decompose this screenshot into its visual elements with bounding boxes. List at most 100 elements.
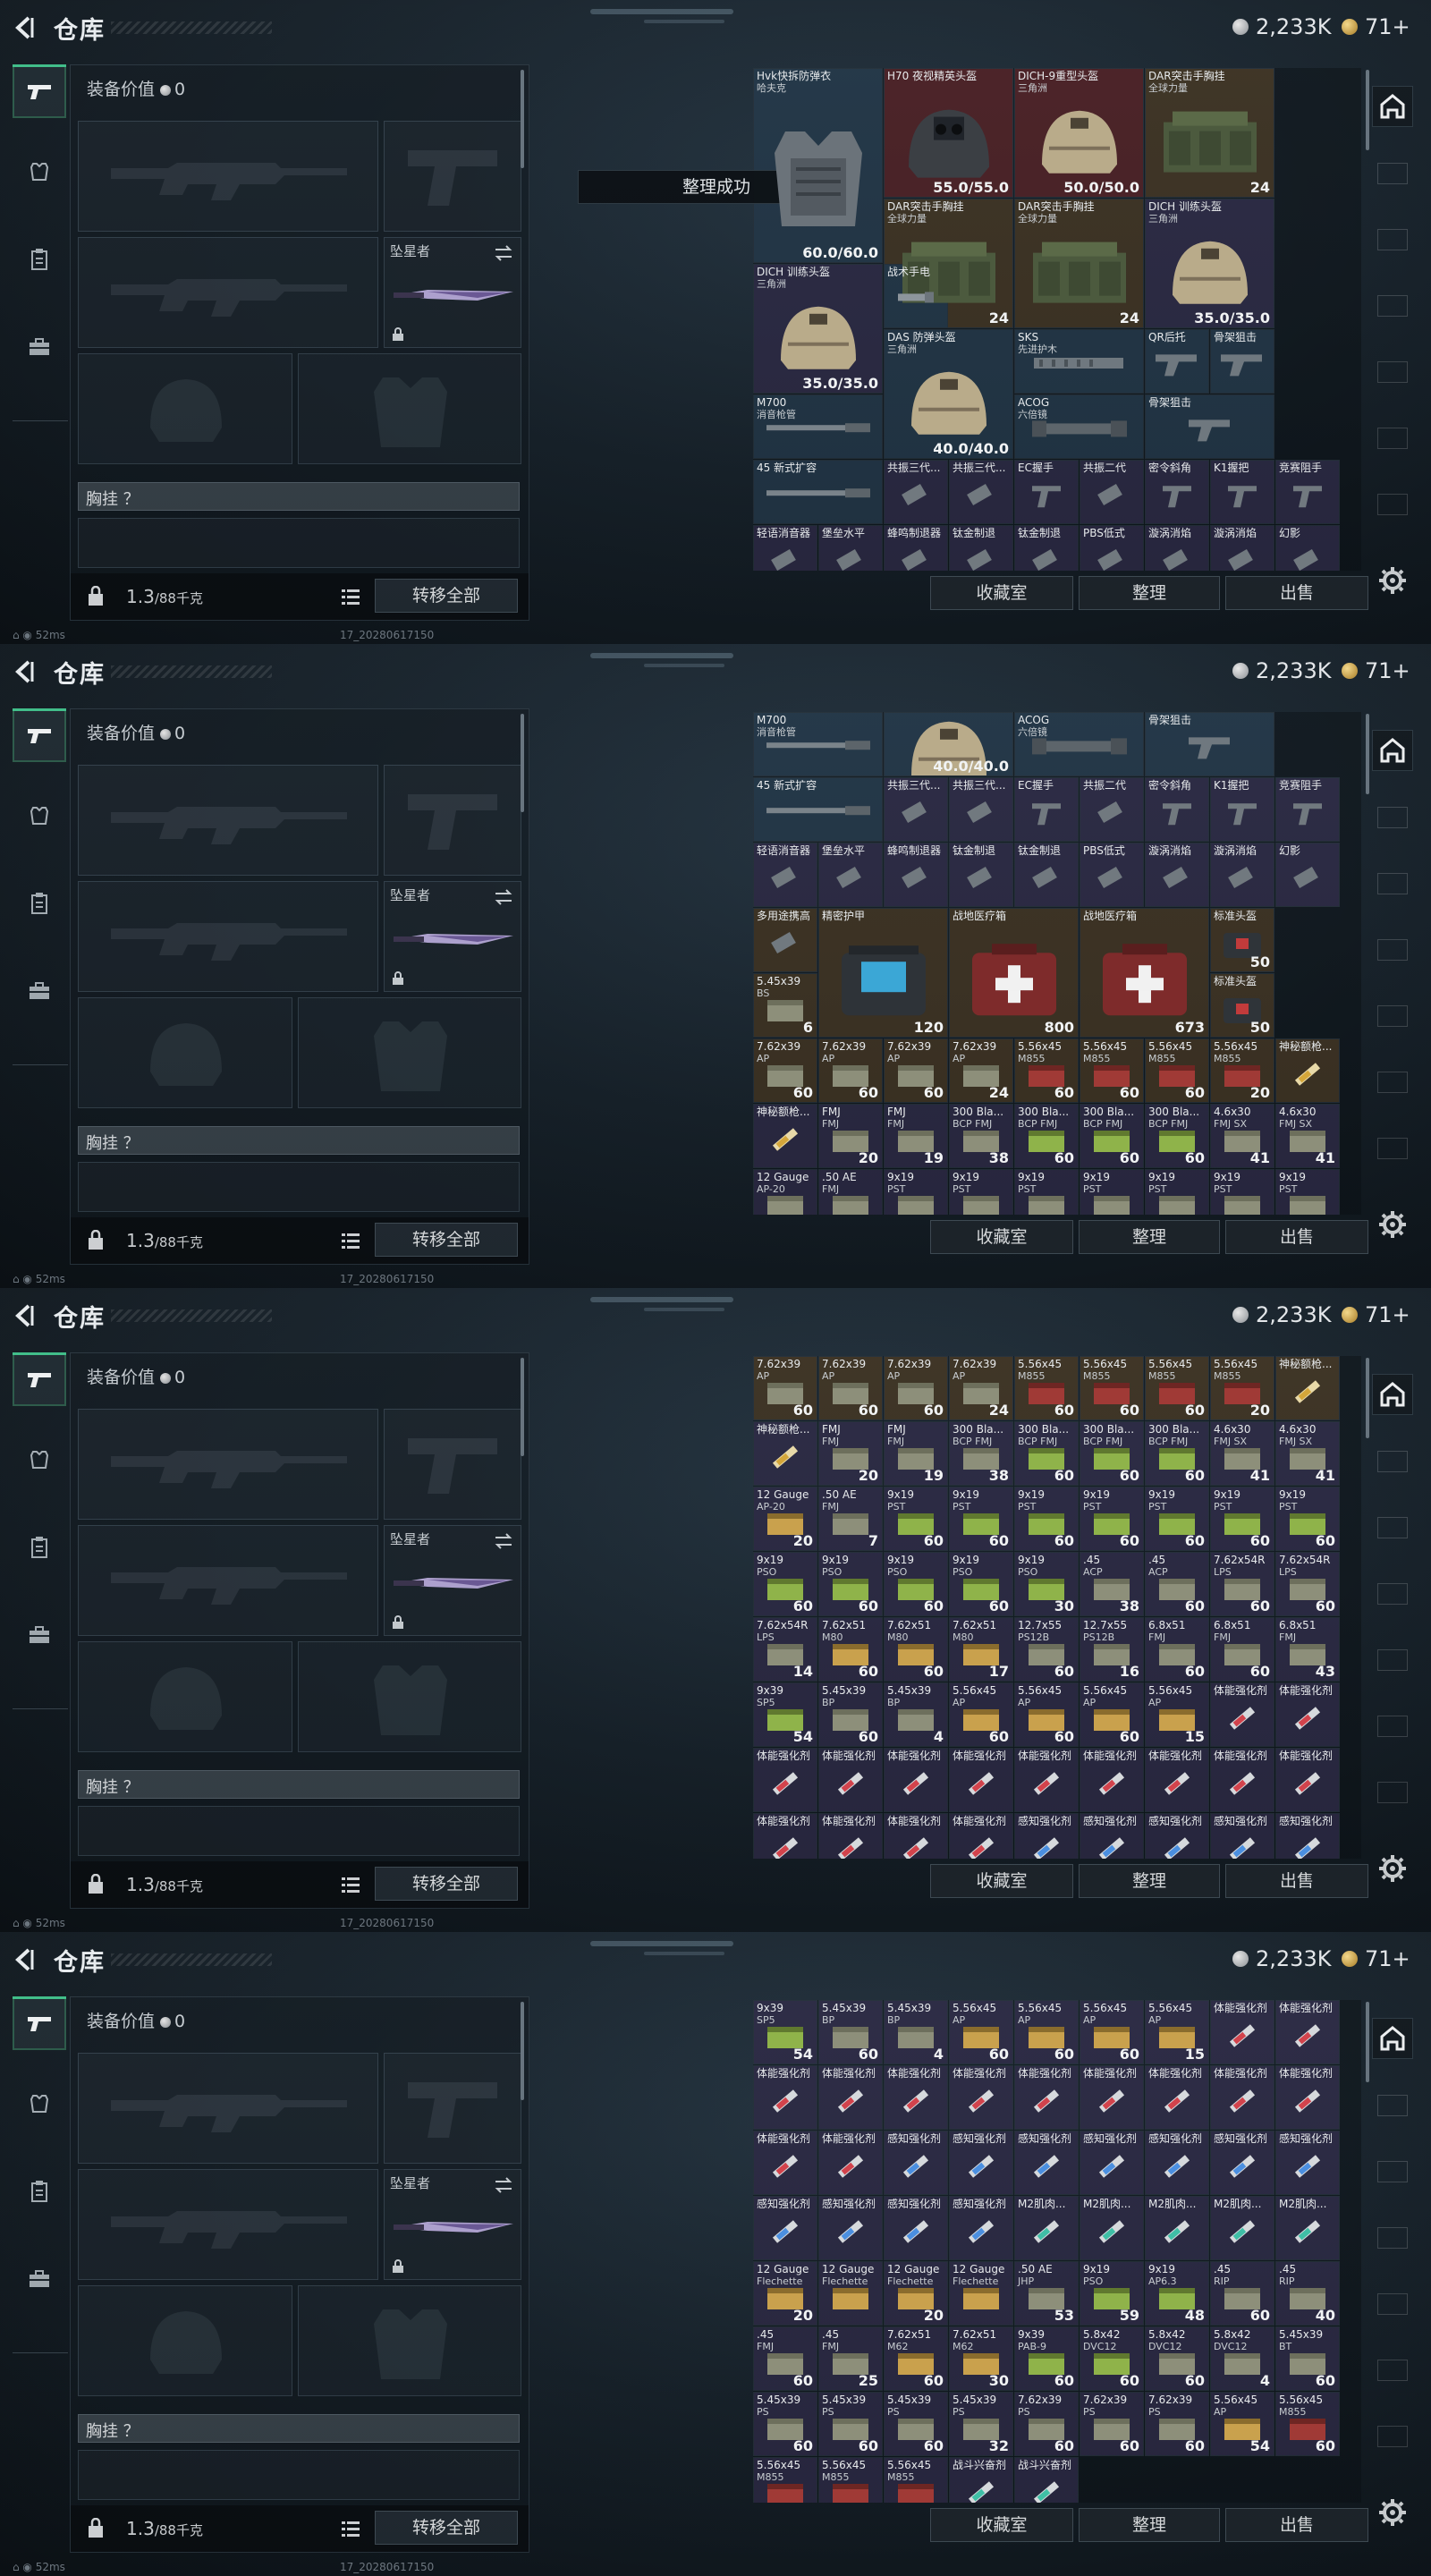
rail-tab[interactable] — [1377, 807, 1408, 828]
warehouse-item[interactable]: 7.62x39 PS 60 — [1145, 2392, 1209, 2456]
warehouse-item[interactable]: 5.56x45 M855 20 — [1210, 1356, 1274, 1420]
warehouse-item[interactable]: 战地医疗箱 800 — [949, 908, 1079, 1038]
warehouse-item[interactable]: 300 Bla... BCP FMJ 60 — [1145, 1104, 1209, 1168]
warehouse-item[interactable]: 7.62x51 M80 60 — [884, 1617, 948, 1682]
warehouse-item[interactable]: 9x19 PST 60 — [1080, 1487, 1144, 1551]
warehouse-item[interactable]: 9x19 PST 60 — [1275, 1487, 1340, 1551]
warehouse-item[interactable]: 5.56x45 M855 60 — [1014, 1356, 1079, 1420]
warehouse-item[interactable]: 9x19 PST 60 — [1210, 1487, 1274, 1551]
warehouse-item[interactable]: 7.62x39 AP 60 — [884, 1038, 948, 1103]
rail-tab[interactable] — [1377, 2161, 1408, 2182]
warehouse-item[interactable]: 5.45x39 BP 4 — [884, 2000, 948, 2064]
back-icon[interactable] — [13, 14, 38, 41]
warehouse-item[interactable]: 6.8x51 FMJ 43 — [1275, 1617, 1340, 1682]
warehouse-item[interactable]: 5.56x45 AP 60 — [1080, 1682, 1144, 1747]
warehouse-item[interactable]: 9x19 PSO 59 — [1080, 2261, 1144, 2326]
warehouse-item[interactable]: DAR突击手胸挂 全球力量 24 — [884, 199, 1013, 328]
warehouse-item[interactable]: 9x19 PST — [884, 1169, 948, 1215]
warehouse-item[interactable]: 感知强化剂 — [1014, 1813, 1079, 1859]
warehouse-item[interactable]: .45 FMJ 60 — [753, 2326, 817, 2391]
pistol-slot[interactable] — [384, 2053, 521, 2164]
warehouse-item[interactable]: M2肌肉... — [1145, 2196, 1209, 2260]
rail-tab[interactable] — [1377, 494, 1408, 515]
back-icon[interactable] — [13, 1302, 38, 1329]
sort-button[interactable]: 整理 — [1079, 1864, 1220, 1898]
rail-tab[interactable] — [1377, 428, 1408, 449]
rail-tab[interactable] — [1377, 1583, 1408, 1605]
warehouse-item[interactable]: PBS低式 — [1080, 525, 1144, 571]
warehouse-item[interactable]: 5.56x45 AP 60 — [949, 2000, 1013, 2064]
warehouse-item[interactable]: FMJ FMJ 20 — [818, 1104, 883, 1168]
list-icon[interactable] — [341, 1232, 360, 1250]
warehouse-item[interactable]: 9x19 PST — [1275, 1169, 1340, 1215]
warehouse-item[interactable]: 漩涡消焰 — [1145, 525, 1209, 571]
warehouse-item[interactable]: 9x19 AP6.3 48 — [1145, 2261, 1209, 2326]
back-icon[interactable] — [13, 1946, 38, 1973]
warehouse-item[interactable]: 7.62x54R LPS 60 — [1210, 1552, 1274, 1616]
warehouse-item[interactable]: 9x19 PSO 60 — [949, 1552, 1013, 1616]
list-icon[interactable] — [341, 2520, 360, 2538]
warehouse-item[interactable]: 5.56x45 AP 54 — [1210, 2392, 1274, 2456]
nav-weapons[interactable] — [13, 64, 66, 118]
warehouse-item[interactable]: 12.7x55 PS12B 60 — [1014, 1617, 1079, 1682]
warehouse-item[interactable]: 5.56x45 M855 60 — [1145, 1356, 1209, 1420]
warehouse-item[interactable]: 蜂鸣制退器 — [884, 843, 948, 907]
warehouse-item[interactable]: 5.56x45 M855 60 — [1080, 1038, 1144, 1103]
warehouse-item[interactable]: 骨架狙击 — [1210, 329, 1274, 394]
back-icon[interactable] — [13, 658, 38, 685]
silver-currency[interactable]: 2,233K — [1232, 658, 1331, 683]
warehouse-item[interactable]: 7.62x39 AP 60 — [818, 1038, 883, 1103]
warehouse-item[interactable]: 9x19 PSO 60 — [818, 1552, 883, 1616]
nav-armor[interactable] — [13, 2077, 66, 2131]
warehouse-item[interactable]: 5.56x45 AP 15 — [1145, 2000, 1209, 2064]
warehouse-item[interactable]: 5.56x45 M855 60 — [1275, 2392, 1340, 2456]
warehouse-item[interactable]: 体能强化剂 — [753, 1813, 817, 1859]
chest-rig-header[interactable]: 胸挂 ？ — [78, 1770, 520, 1799]
warehouse-item[interactable]: 9x19 PST 60 — [1014, 1487, 1079, 1551]
warehouse-item[interactable]: K1握把 — [1210, 460, 1274, 524]
warehouse-item[interactable]: 体能强化剂 — [753, 2131, 817, 2195]
warehouse-item[interactable]: 体能强化剂 — [818, 2065, 883, 2130]
nav-armor[interactable] — [13, 145, 66, 199]
warehouse-item[interactable]: DAR突击手胸挂 全球力量 24 — [1145, 68, 1274, 198]
chest-rig-header[interactable]: 胸挂 ？ — [78, 1126, 520, 1155]
transfer-all-button[interactable]: 转移全部 — [375, 579, 518, 613]
loadout-scrollbar[interactable] — [521, 2002, 524, 2100]
rail-tab[interactable] — [1377, 1649, 1408, 1671]
nav-rig[interactable] — [13, 1521, 66, 1574]
warehouse-item[interactable]: .45 ACP 38 — [1080, 1552, 1144, 1616]
pistol-slot[interactable] — [384, 1409, 521, 1520]
rail-tab[interactable] — [1377, 1517, 1408, 1538]
warehouse-item[interactable]: 6.8x51 FMJ 60 — [1210, 1617, 1274, 1682]
warehouse-item[interactable]: 堡垒水平 — [818, 525, 883, 571]
warehouse-item[interactable]: 300 Bla... BCP FMJ 60 — [1080, 1104, 1144, 1168]
warehouse-item[interactable]: 感知强化剂 — [1145, 1813, 1209, 1859]
list-icon[interactable] — [341, 588, 360, 606]
nav-backpack[interactable] — [13, 320, 66, 374]
warehouse-item[interactable]: 幻影 — [1275, 525, 1340, 571]
warehouse-item[interactable]: Hvk快拆防弹衣 哈夫克 60.0/60.0 — [753, 68, 883, 263]
warehouse-item[interactable]: EC握手 — [1014, 777, 1079, 842]
warehouse-item[interactable]: M700 消音枪管 — [753, 394, 883, 459]
melee-slot[interactable]: 坠星者 — [384, 1525, 521, 1636]
secondary-weapon-slot[interactable] — [78, 1525, 378, 1636]
warehouse-item[interactable]: 7.62x39 PS 60 — [1014, 2392, 1079, 2456]
warehouse-item[interactable]: 7.62x39 AP 60 — [884, 1356, 948, 1420]
warehouse-item[interactable]: 共振三代... — [949, 460, 1013, 524]
warehouse-item[interactable]: 9x39 SP5 54 — [753, 1682, 817, 1747]
warehouse-item[interactable]: 4.6x30 FMJ SX 41 — [1275, 1104, 1340, 1168]
warehouse-item[interactable]: 体能强化剂 — [1210, 2065, 1274, 2130]
transfer-all-button[interactable]: 转移全部 — [375, 1223, 518, 1257]
helmet-slot[interactable] — [78, 1641, 292, 1752]
warehouse-item[interactable]: DICH 训练头盔 三角洲 35.0/35.0 — [1145, 199, 1274, 328]
warehouse-item[interactable]: 漩涡消焰 — [1210, 525, 1274, 571]
swap-icon[interactable] — [494, 889, 513, 905]
silver-currency[interactable]: 2,233K — [1232, 1946, 1331, 1971]
rail-home-button[interactable] — [1372, 730, 1413, 771]
warehouse-item[interactable]: 5.56x45 M855 60 — [1145, 1038, 1209, 1103]
warehouse-item[interactable]: .45 RIP 40 — [1275, 2261, 1340, 2326]
warehouse-item[interactable]: 漩涡消焰 — [1210, 843, 1274, 907]
warehouse-item[interactable]: 12 Gauge Flechette 20 — [753, 2261, 817, 2326]
warehouse-item[interactable]: 5.56x45 M855 20 — [1210, 1038, 1274, 1103]
rail-tab[interactable] — [1377, 939, 1408, 961]
